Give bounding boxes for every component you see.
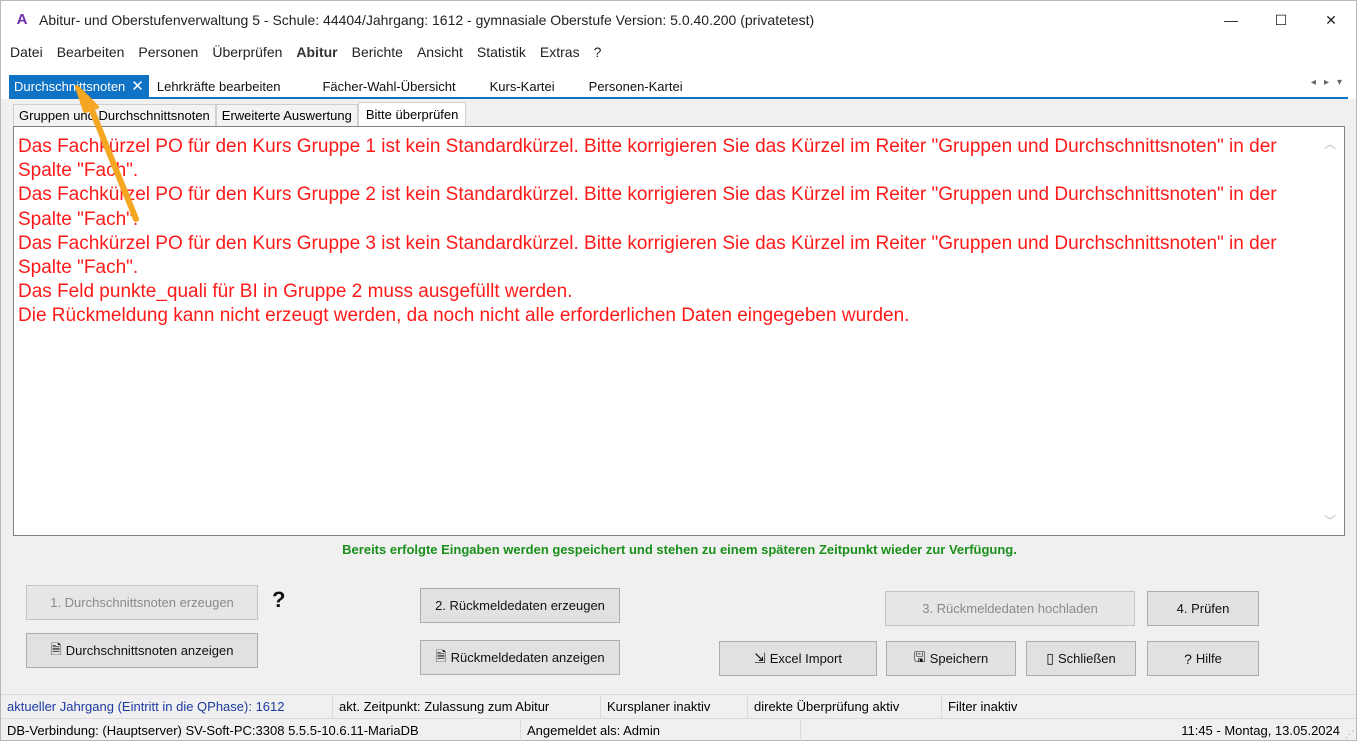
help-icon: ? (1184, 650, 1192, 667)
rueckmeldedaten-erzeugen-button[interactable]: 2. Rückmeldedaten erzeugen (420, 588, 620, 623)
app-window: A Abitur- und Oberstufenverwaltung 5 - S… (0, 0, 1357, 741)
button-label: Hilfe (1195, 651, 1222, 666)
pruefen-button[interactable]: 4. Prüfen (1147, 591, 1259, 626)
menu-personen[interactable]: Personen (131, 44, 205, 60)
document-icon: 🗎 (435, 647, 447, 664)
tab-label: Durchschnittsnoten (14, 78, 126, 94)
chevron-down-icon[interactable]: ▾ (1337, 77, 1342, 88)
minimize-button[interactable]: — (1206, 1, 1256, 39)
chevron-right-icon[interactable]: ▸ (1324, 77, 1329, 88)
title-bar: A Abitur- und Oberstufenverwaltung 5 - S… (1, 1, 1356, 39)
status-ueberpruefung: direkte Überprüfung aktiv (748, 694, 942, 719)
tab-durchschnittsnoten[interactable]: Durchschnittsnoten ✕ (9, 75, 149, 97)
status-bar-bottom: DB-Verbindung: (Hauptserver) SV-Soft-PC:… (1, 718, 1356, 741)
status-jahrgang: aktueller Jahrgang (Eintritt in die QPha… (1, 694, 333, 719)
speichern-button[interactable]: 🖫 Speichern (886, 641, 1016, 676)
document-icon: 🗎 (50, 640, 62, 657)
button-label: Durchschnittsnoten anzeigen (65, 643, 234, 658)
tab-navigation: ◂ ▸ ▾ (1311, 77, 1342, 88)
button-label: Speichern (929, 651, 989, 666)
menu-berichte[interactable]: Berichte (345, 44, 410, 60)
rueckmeldedaten-anzeigen-button[interactable]: 🗎 Rückmeldedaten anzeigen (420, 640, 620, 675)
status-db-connection: DB-Verbindung: (Hauptserver) SV-Soft-PC:… (1, 718, 521, 741)
subtab-erweiterte-auswertung[interactable]: Erweiterte Auswertung (215, 104, 358, 126)
rueckmeldedaten-hochladen-button[interactable]: 3. Rückmeldedaten hochladen (885, 591, 1135, 626)
window-controls: — ☐ ✕ (1206, 1, 1356, 39)
button-label: Rückmeldedaten anzeigen (450, 650, 605, 665)
question-mark-icon[interactable]: ? (272, 587, 285, 613)
excel-import-button[interactable]: ⇲ Excel Import (719, 641, 877, 676)
close-icon[interactable]: ✕ (131, 77, 144, 95)
message-area[interactable]: Das Fachkürzel PO für den Kurs Gruppe 1 … (13, 126, 1345, 536)
status-kursplaner: Kursplaner inaktiv (601, 694, 748, 719)
menu-extras[interactable]: Extras (533, 44, 587, 60)
tab-personen-kartei[interactable]: Personen-Kartei (583, 75, 689, 97)
menu-bearbeiten[interactable]: Bearbeiten (50, 44, 132, 60)
error-messages: Das Fachkürzel PO für den Kurs Gruppe 1 … (18, 135, 1318, 329)
app-logo-icon: A (16, 11, 28, 28)
info-text: Bereits erfolgte Eingaben werden gespeic… (342, 542, 1017, 557)
status-filter: Filter inaktiv (948, 699, 1018, 714)
tab-faecher-wahl[interactable]: Fächer-Wahl-Übersicht (316, 75, 461, 97)
sub-tab-bar: Gruppen und Durchschnittsnoten Erweitert… (13, 102, 467, 126)
main-tab-bar: Durchschnittsnoten ✕ Lehrkräfte bearbeit… (1, 65, 1356, 99)
status-datetime: 11:45 - Montag, 13.05.2024 (1181, 723, 1340, 738)
tab-kurs-kartei[interactable]: Kurs-Kartei (484, 75, 561, 97)
button-label: Excel Import (769, 651, 842, 666)
schliessen-button[interactable]: ▯ Schließen (1026, 641, 1136, 676)
window-title: Abitur- und Oberstufenverwaltung 5 - Sch… (39, 12, 815, 28)
menu-abitur[interactable]: Abitur (289, 44, 344, 60)
button-label: Schließen (1057, 651, 1116, 666)
status-bar-top: aktueller Jahrgang (Eintritt in die QPha… (1, 694, 1356, 719)
menu-datei[interactable]: Datei (3, 44, 50, 60)
message-line: Das Fachkürzel PO für den Kurs Gruppe 1 … (18, 136, 1277, 182)
scroll-down-icon[interactable]: ﹀ (1324, 512, 1336, 529)
scroll-up-icon[interactable]: ︿ (1324, 135, 1336, 152)
menu-help[interactable]: ? (587, 44, 609, 60)
menu-ueberpruefen[interactable]: Überprüfen (205, 44, 289, 60)
menu-statistik[interactable]: Statistik (470, 44, 533, 60)
tab-lehrkraefte[interactable]: Lehrkräfte bearbeiten (151, 75, 287, 97)
subtab-bitte-ueberpruefen[interactable]: Bitte überprüfen (357, 102, 467, 126)
save-icon: 🖫 (913, 648, 926, 665)
durchschnittsnoten-erzeugen-button[interactable]: 1. Durchschnittsnoten erzeugen (26, 585, 258, 620)
message-line: Das Feld punkte_quali für BI in Gruppe 2… (18, 281, 573, 303)
tab-underline (9, 97, 1348, 99)
message-line: Die Rückmeldung kann nicht erzeugt werde… (18, 305, 910, 327)
durchschnittsnoten-anzeigen-button[interactable]: 🗎 Durchschnittsnoten anzeigen (26, 633, 258, 668)
hilfe-button[interactable]: ? Hilfe (1147, 641, 1259, 676)
message-line: Das Fachkürzel PO für den Kurs Gruppe 2 … (18, 184, 1277, 230)
import-icon: ⇲ (754, 650, 766, 666)
status-user: Angemeldet als: Admin (521, 718, 801, 741)
status-zeitpunkt: akt. Zeitpunkt: Zulassung zum Abitur (333, 694, 601, 719)
maximize-button[interactable]: ☐ (1256, 1, 1306, 39)
menu-ansicht[interactable]: Ansicht (410, 44, 470, 60)
close-window-button[interactable]: ✕ (1306, 1, 1356, 39)
resize-grip-icon[interactable]: ⋰ (1345, 729, 1354, 740)
message-line: Das Fachkürzel PO für den Kurs Gruppe 3 … (18, 232, 1277, 279)
chevron-left-icon[interactable]: ◂ (1311, 77, 1316, 88)
menu-bar: Datei Bearbeiten Personen Überprüfen Abi… (1, 39, 1356, 65)
subtab-gruppen[interactable]: Gruppen und Durchschnittsnoten (13, 104, 216, 126)
door-icon: ▯ (1046, 650, 1054, 666)
